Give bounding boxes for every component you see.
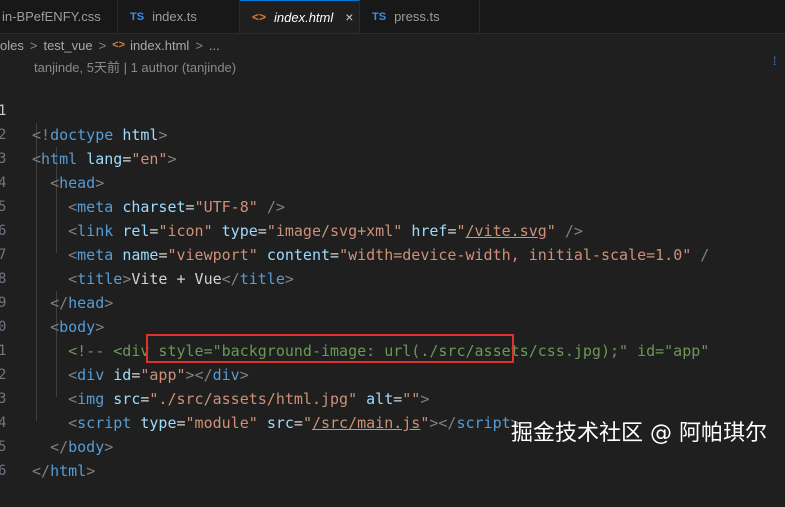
breadcrumb-item[interactable]: test_vue	[43, 38, 92, 53]
tab-css-file[interactable]: in-BPefENFY.css	[0, 0, 118, 33]
git-blame-annotation[interactable]: tanjinde, 5天前 | 1 author (tanjinde)	[34, 57, 236, 76]
code-line: 4 <meta charset="UTF-8" />	[0, 147, 785, 216]
code-line: 0 <!-- <div style="background-image: url…	[0, 291, 785, 360]
editor-tab-bar: in-BPefENFY.css TS index.ts <> index.htm…	[0, 0, 785, 34]
tab-label: index.ts	[152, 9, 197, 24]
html-file-icon: <>	[252, 10, 267, 24]
code-editor[interactable]: tanjinde, 5天前 | 1 author (tanjinde) 1 <!…	[0, 56, 785, 480]
ts-file-icon: TS	[372, 10, 387, 23]
code-line: 3 <head>	[0, 123, 785, 192]
code-line: 4 </body>	[0, 387, 785, 456]
tab-label: index.html	[274, 9, 334, 25]
chevron-right-icon: >	[195, 37, 203, 53]
breadcrumb-item[interactable]: oles	[0, 38, 24, 53]
code-line: 7 <title>Vite + Vue</title>	[0, 219, 785, 288]
ts-file-icon: TS	[130, 10, 145, 23]
watermark: 掘金技术社区 @ 阿帕琪尔	[511, 421, 767, 446]
code-line: 9 <body>	[0, 267, 785, 336]
code-line: 5 <link rel="icon" type="image/svg+xml" …	[0, 171, 785, 240]
code-line: 1 <!doctype html>	[0, 75, 785, 144]
chevron-right-icon: >	[29, 37, 38, 53]
code-line: 2 <html lang="en">	[0, 99, 785, 168]
tab-label: press.ts	[394, 9, 440, 24]
close-icon[interactable]: ×	[345, 9, 353, 25]
breadcrumb: oles > test_vue > <> index.html > ...	[0, 34, 785, 56]
tab-index-html[interactable]: <> index.html ×	[240, 0, 360, 33]
tab-press-ts[interactable]: TS press.ts	[360, 0, 480, 33]
chevron-right-icon: >	[98, 37, 107, 53]
code-line: 3 <script type="module" src="/src/main.j…	[0, 363, 785, 432]
breadcrumb-item[interactable]: index.html	[130, 38, 189, 53]
html-file-icon: <>	[112, 39, 126, 51]
tab-index-ts[interactable]: TS index.ts	[118, 0, 240, 33]
code-line: 6 <meta name="viewport" content="width=d…	[0, 195, 785, 264]
breadcrumb-item[interactable]: ...	[209, 38, 220, 53]
tab-label: in-BPefENFY.css	[2, 9, 101, 24]
highlight-annotation-box	[146, 334, 514, 363]
code-line: 8 </head>	[0, 243, 785, 312]
line-number: 6	[0, 463, 7, 479]
